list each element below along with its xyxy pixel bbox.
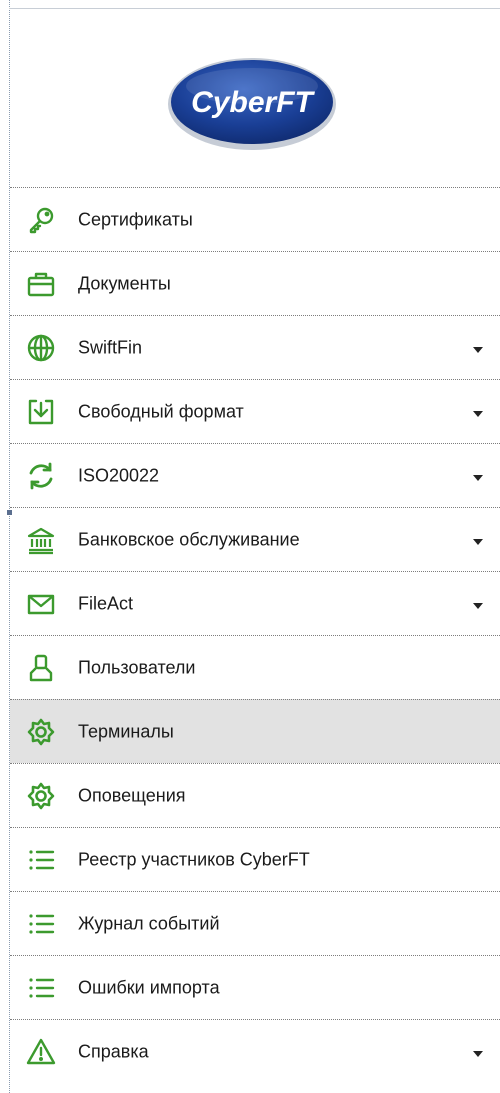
refresh-icon: [26, 461, 56, 491]
chevron-down-icon[interactable]: [473, 538, 483, 545]
cyberft-logo[interactable]: CyberFT: [166, 56, 338, 152]
chevron-down-icon[interactable]: [473, 410, 483, 417]
menu-item-label: SwiftFin: [78, 337, 143, 357]
menu-item-label: Сертификаты: [78, 209, 193, 229]
menu-item-10[interactable]: Реестр участников CyberFT: [10, 827, 500, 891]
menu-item-8[interactable]: Терминалы: [10, 699, 500, 763]
list-icon: [26, 845, 56, 875]
menu-item-12[interactable]: Ошибки импорта: [10, 955, 500, 1019]
menu-item-label: ISO20022: [78, 465, 160, 485]
sidebar: CyberFT Сертификаты Документы SwiftFin Своб…: [0, 0, 500, 1093]
menu-item-3[interactable]: Свободный формат: [10, 379, 500, 443]
menu-item-6[interactable]: FileAct: [10, 571, 500, 635]
gear-icon: [26, 717, 56, 747]
menu-item-label: FileAct: [78, 593, 134, 613]
menu-item-2[interactable]: SwiftFin: [10, 315, 500, 379]
menu-item-label: Свободный формат: [78, 401, 244, 421]
chevron-down-icon[interactable]: [473, 602, 483, 609]
list-icon: [26, 909, 56, 939]
envelope-icon: [26, 589, 56, 619]
gear-icon: [26, 781, 56, 811]
menu-item-label: Справка: [78, 1041, 149, 1061]
chevron-down-icon[interactable]: [473, 1050, 483, 1057]
menu-item-label: Журнал событий: [78, 913, 220, 933]
menu-item-1[interactable]: Документы: [10, 251, 500, 315]
warning-icon: [26, 1037, 56, 1067]
menu-item-7[interactable]: Пользователи: [10, 635, 500, 699]
chevron-down-icon[interactable]: [473, 346, 483, 353]
cyberft-logo-icon: CyberFT: [168, 58, 336, 150]
chevron-down-icon[interactable]: [473, 474, 483, 481]
main-menu: Сертификаты Документы SwiftFin Свободный фо…: [10, 187, 500, 1083]
menu-item-label: Банковское обслуживание: [78, 529, 300, 549]
user-icon: [26, 653, 56, 683]
menu-item-label: Документы: [78, 273, 171, 293]
briefcase-icon: [26, 269, 56, 299]
globe-icon: [26, 333, 56, 363]
menu-item-label: Оповещения: [78, 785, 186, 805]
menu-item-label: Пользователи: [78, 657, 196, 677]
download-box-icon: [26, 397, 56, 427]
menu-item-label: Ошибки импорта: [78, 977, 220, 997]
menu-item-5[interactable]: Банковское обслуживание: [10, 507, 500, 571]
menu-item-label: Терминалы: [78, 721, 174, 741]
list-icon: [26, 973, 56, 1003]
sidebar-top-border: [9, 8, 500, 9]
bank-icon: [26, 525, 56, 555]
menu-item-11[interactable]: Журнал событий: [10, 891, 500, 955]
key-icon: [26, 205, 56, 235]
menu-item-0[interactable]: Сертификаты: [10, 187, 500, 251]
menu-item-4[interactable]: ISO20022: [10, 443, 500, 507]
menu-item-label: Реестр участников CyberFT: [78, 849, 310, 869]
menu-item-13[interactable]: Справка: [10, 1019, 500, 1083]
logo-text: CyberFT: [191, 86, 315, 119]
menu-item-9[interactable]: Оповещения: [10, 763, 500, 827]
